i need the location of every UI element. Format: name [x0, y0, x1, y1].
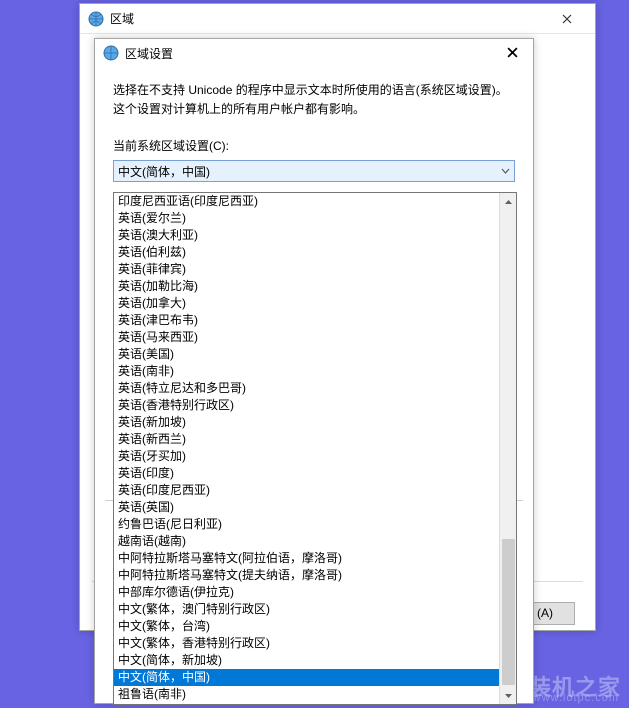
dropdown-item[interactable]: 英语(马来西亚) [114, 329, 499, 346]
dropdown-item[interactable]: 中阿特拉斯塔马塞特文(提夫纳语，摩洛哥) [114, 567, 499, 584]
dropdown-item[interactable]: 英语(津巴布韦) [114, 312, 499, 329]
dropdown-item[interactable]: 英语(爱尔兰) [114, 210, 499, 227]
dropdown-item[interactable]: 中文(简体，中国) [114, 669, 499, 686]
dropdown-item[interactable]: 英语(新西兰) [114, 431, 499, 448]
dropdown-item[interactable]: 英语(澳大利亚) [114, 227, 499, 244]
outer-close-button[interactable] [547, 4, 587, 34]
close-icon [507, 47, 518, 58]
dropdown-item[interactable]: 英语(香港特别行政区) [114, 397, 499, 414]
dropdown-item[interactable]: 英语(美国) [114, 346, 499, 363]
description-text: 选择在不支持 Unicode 的程序中显示文本时所使用的语言(系统区域设置)。这… [113, 81, 515, 119]
scroll-down-button[interactable] [500, 687, 516, 704]
dropdown-item[interactable]: 英语(南非) [114, 363, 499, 380]
globe-icon [88, 11, 104, 27]
dropdown-scrollbar[interactable] [499, 193, 516, 704]
dropdown-item[interactable]: 英语(伯利兹) [114, 244, 499, 261]
inner-close-button[interactable] [499, 45, 525, 62]
locale-combobox[interactable]: 中文(简体，中国) [113, 160, 515, 182]
dropdown-item[interactable]: 英语(加勒比海) [114, 278, 499, 295]
dropdown-item[interactable]: 约鲁巴语(尼日利亚) [114, 516, 499, 533]
dropdown-item[interactable]: 越南语(越南) [114, 533, 499, 550]
scroll-up-button[interactable] [500, 193, 516, 210]
dropdown-item[interactable]: 英语(新加坡) [114, 414, 499, 431]
dropdown-item[interactable]: 英语(加拿大) [114, 295, 499, 312]
dropdown-item[interactable]: 中部库尔德语(伊拉克) [114, 584, 499, 601]
dropdown-item[interactable]: 印度尼西亚语(印度尼西亚) [114, 193, 499, 210]
dropdown-item[interactable]: 英语(菲律宾) [114, 261, 499, 278]
chevron-down-icon [501, 168, 510, 174]
inner-titlebar[interactable]: 区域设置 [95, 39, 533, 67]
globe-icon [103, 45, 119, 61]
combobox-value: 中文(简体，中国) [118, 163, 210, 180]
dropdown-item[interactable]: 英语(英国) [114, 499, 499, 516]
close-icon [562, 14, 572, 24]
dropdown-item[interactable]: 中文(简体，新加坡) [114, 652, 499, 669]
inner-title: 区域设置 [125, 45, 499, 62]
dropdown-item[interactable]: 祖鲁语(南非) [114, 686, 499, 703]
outer-title: 区域 [110, 10, 547, 27]
dropdown-item[interactable]: 中文(繁体，台湾) [114, 618, 499, 635]
dropdown-item[interactable]: 中阿特拉斯塔马塞特文(阿拉伯语，摩洛哥) [114, 550, 499, 567]
chevron-down-icon [505, 694, 512, 698]
watermark-url: www.lotpc.com [533, 692, 619, 704]
locale-dropdown: 印度尼西亚语(印度尼西亚)英语(爱尔兰)英语(澳大利亚)英语(伯利兹)英语(菲律… [113, 192, 517, 705]
dropdown-item[interactable]: 中文(繁体，香港特别行政区) [114, 635, 499, 652]
chevron-up-icon [505, 200, 512, 204]
dropdown-item[interactable]: 英语(牙买加) [114, 448, 499, 465]
scroll-thumb[interactable] [502, 539, 515, 685]
dropdown-item[interactable]: 英语(特立尼达和多巴哥) [114, 380, 499, 397]
dropdown-list[interactable]: 印度尼西亚语(印度尼西亚)英语(爱尔兰)英语(澳大利亚)英语(伯利兹)英语(菲律… [114, 193, 499, 704]
dialog-content: 选择在不支持 Unicode 的程序中显示文本时所使用的语言(系统区域设置)。这… [95, 67, 533, 192]
dropdown-item[interactable]: 英语(印度) [114, 465, 499, 482]
dropdown-item[interactable]: 英语(印度尼西亚) [114, 482, 499, 499]
dropdown-item[interactable]: 中文(繁体，澳门特别行政区) [114, 601, 499, 618]
locale-label: 当前系统区域设置(C): [113, 137, 515, 154]
outer-titlebar[interactable]: 区域 [80, 4, 595, 34]
